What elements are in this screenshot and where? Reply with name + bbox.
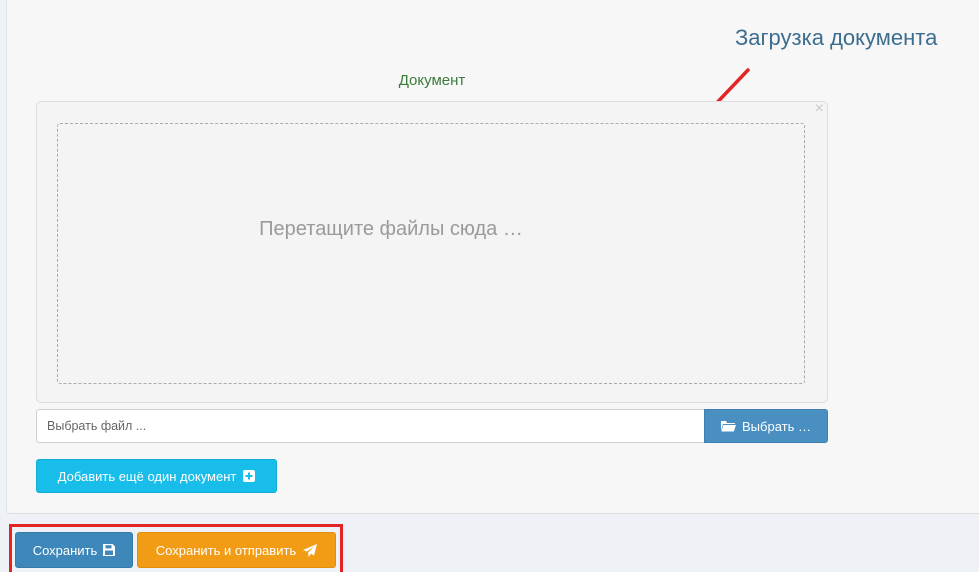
- annotation-label: Загрузка документа: [735, 25, 938, 50]
- save-button[interactable]: Сохранить: [15, 532, 133, 568]
- dropzone-hint: Перетащите файлы сюда …: [259, 218, 523, 240]
- paper-plane-icon: [303, 543, 318, 557]
- plus-square-icon: [243, 470, 256, 482]
- save-and-send-label: Сохранить и отправить: [155, 542, 297, 558]
- file-dropzone[interactable]: Перетащите файлы сюда …: [57, 123, 805, 384]
- file-upload-frame: × Перетащите файлы сюда …: [36, 100, 828, 403]
- floppy-disk-icon: [103, 544, 116, 556]
- browse-button-label: Выбрать …: [742, 418, 811, 434]
- add-document-button[interactable]: Добавить ещё один документ: [36, 459, 277, 493]
- save-button-label: Сохранить: [32, 542, 98, 558]
- close-icon[interactable]: ×: [815, 100, 824, 118]
- add-document-label: Добавить ещё один документ: [57, 468, 237, 484]
- page: Загрузка документа Документ × Перетащите…: [0, 0, 979, 572]
- file-name-input[interactable]: [36, 409, 704, 443]
- file-select-row: Выбрать …: [36, 409, 828, 443]
- folder-open-icon: [721, 420, 736, 432]
- save-and-send-button[interactable]: Сохранить и отправить: [137, 532, 336, 568]
- browse-button[interactable]: Выбрать …: [704, 409, 828, 443]
- document-field-title: Документ: [398, 72, 466, 89]
